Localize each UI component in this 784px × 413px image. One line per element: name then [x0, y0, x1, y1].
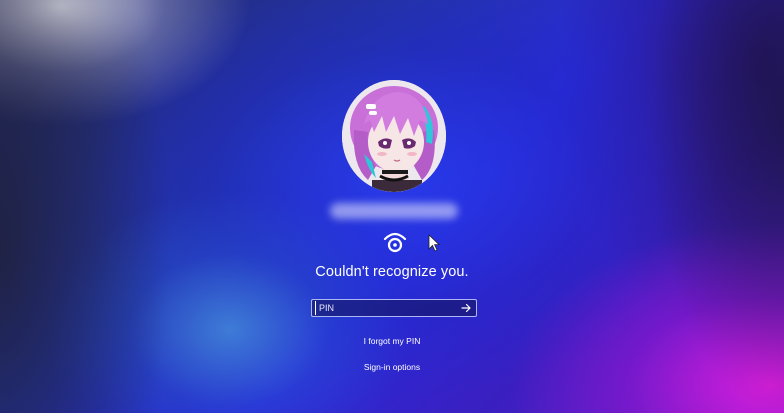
lock-screen: Couldn't recognize you. I forgot my PIN …: [0, 0, 784, 413]
recognition-status-message: Couldn't recognize you.: [315, 264, 469, 280]
username-blurred: [330, 203, 458, 219]
sign-in-options-link-row: Sign-in options: [0, 362, 784, 372]
user-avatar: [342, 80, 446, 192]
face-recognition-icon[interactable]: [381, 229, 409, 255]
sign-in-options-link[interactable]: Sign-in options: [364, 362, 420, 372]
anime-avatar-image: [342, 80, 446, 192]
pin-field-container[interactable]: [311, 299, 477, 317]
forgot-pin-link-row: I forgot my PIN: [0, 336, 784, 346]
mouse-pointer-icon: [428, 234, 440, 252]
pin-input[interactable]: [315, 301, 459, 315]
submit-pin-button[interactable]: [459, 301, 473, 315]
arrow-right-icon: [461, 303, 471, 313]
forgot-pin-link[interactable]: I forgot my PIN: [364, 336, 421, 346]
